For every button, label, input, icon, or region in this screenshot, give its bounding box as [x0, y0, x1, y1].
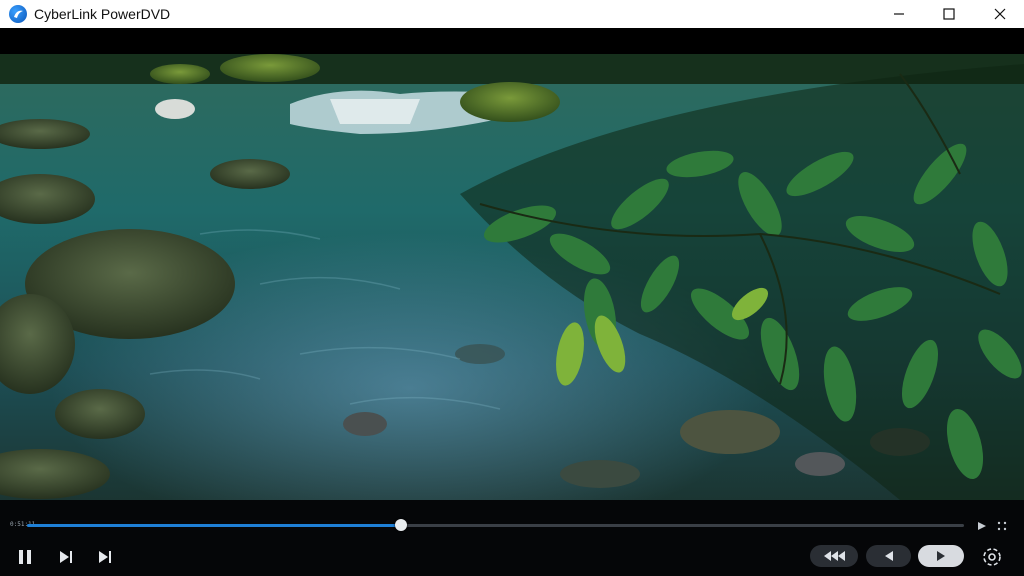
video-scene-image	[0, 54, 1024, 500]
settings-icon	[983, 548, 1001, 566]
settings-button[interactable]	[980, 545, 1004, 569]
letterbox-top	[0, 28, 1024, 54]
video-frame[interactable]	[0, 54, 1024, 500]
seek-thumb[interactable]	[394, 519, 407, 531]
more-options-icon	[997, 521, 1007, 531]
step-forward-button[interactable]	[55, 546, 77, 568]
window-title: CyberLink PowerDVD	[34, 6, 171, 22]
minimize-button[interactable]	[875, 0, 923, 28]
pause-icon	[19, 550, 31, 564]
next-chapter-button[interactable]	[94, 546, 116, 568]
playback-controls	[0, 540, 1024, 574]
bookmark-next-button[interactable]	[976, 519, 988, 537]
rewind-button[interactable]	[810, 545, 858, 567]
powerdvd-logo-icon	[9, 5, 27, 23]
play-button[interactable]	[918, 545, 964, 567]
title-bar: CyberLink PowerDVD	[0, 0, 1024, 28]
close-button[interactable]	[976, 0, 1024, 28]
play-icon	[937, 551, 945, 561]
next-chapter-icon	[99, 551, 111, 563]
timeline-row: 0:51:11	[0, 512, 1024, 538]
seek-bar[interactable]	[27, 524, 964, 527]
more-options-button[interactable]	[996, 519, 1010, 538]
maximize-icon	[943, 8, 955, 20]
seek-bar-progress	[27, 524, 401, 527]
powerdvd-window: CyberLink PowerDVD 0:51:11	[0, 0, 1024, 576]
step-forward-icon	[60, 551, 72, 563]
maximize-button[interactable]	[925, 0, 973, 28]
minimize-icon	[894, 13, 904, 15]
previous-button[interactable]	[866, 545, 911, 567]
pause-button[interactable]	[14, 546, 36, 568]
rewind-icon	[824, 551, 845, 561]
bookmark-next-icon	[978, 522, 986, 530]
previous-icon	[884, 551, 893, 561]
close-icon	[994, 8, 1006, 20]
